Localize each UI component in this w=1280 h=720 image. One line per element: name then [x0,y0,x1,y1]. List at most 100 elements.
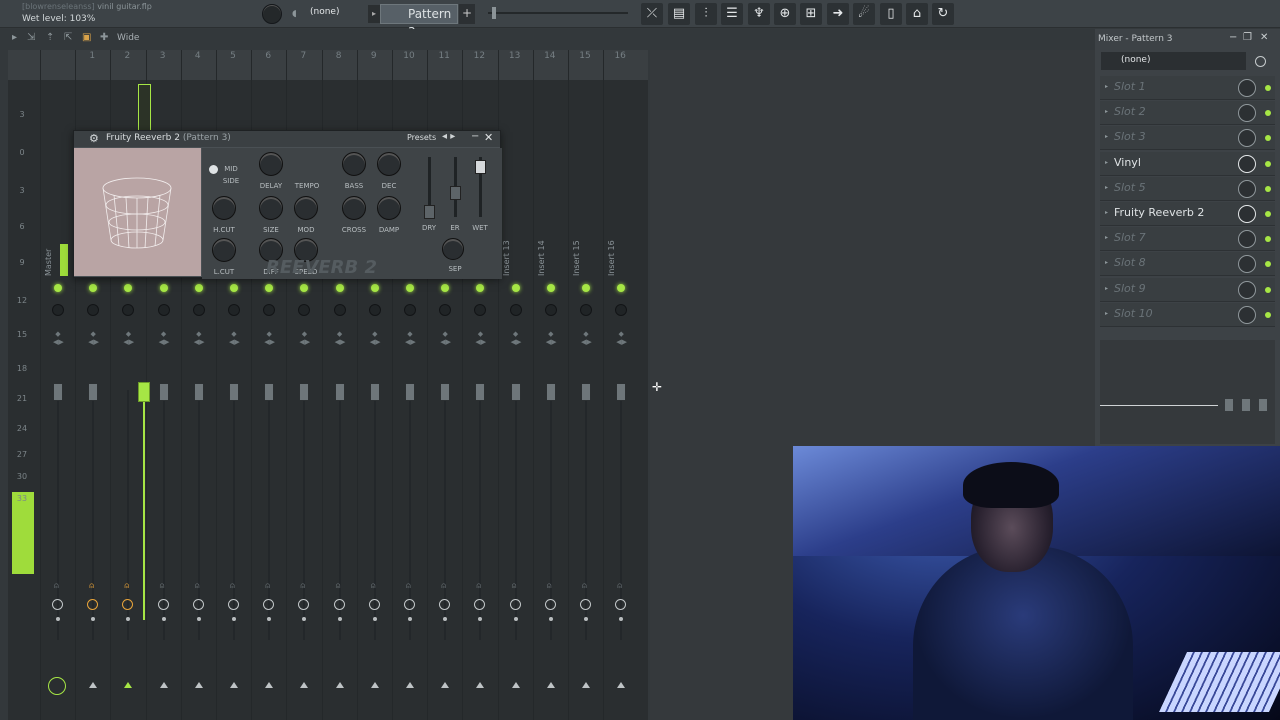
send-dot[interactable] [232,617,236,621]
plus-icon[interactable]: ✚ [100,32,108,43]
fx-slot-name[interactable]: Slot 5 [1114,181,1146,194]
track-enable-led[interactable] [159,284,168,292]
stereo-separation-icon[interactable]: ◆ ◀▶ [546,330,557,354]
bass-knob[interactable] [342,152,366,176]
mixer-icon[interactable]: ⫶ [695,3,717,25]
send-dot[interactable] [408,617,412,621]
mix-level-knob[interactable] [1238,230,1256,249]
track-enable-led[interactable] [370,284,379,292]
stereo-separation-icon[interactable]: ◆ ◀▶ [405,330,416,354]
send-dot[interactable] [584,617,588,621]
slot-enable-led[interactable] [1265,160,1271,167]
dec-knob[interactable] [377,152,401,176]
up-arrow-icon[interactable]: ⇡ [46,32,54,43]
track-enable-led[interactable] [406,284,414,292]
stereo-separation-icon[interactable]: ◆ ◀▶ [616,330,627,354]
send-dot[interactable] [161,617,166,621]
pattern-arrow-icon[interactable]: ▸ [368,5,380,23]
track-name[interactable]: Insert 15 [572,228,606,276]
route-arrow-icon[interactable] [335,682,344,688]
fx-slot-name[interactable]: Slot 1 [1114,80,1146,93]
close-icon[interactable]: ✕ [1260,32,1268,43]
expand-arrow-icon[interactable]: ▸ [1105,285,1108,292]
route-arrow-icon[interactable] [370,682,379,688]
expand-arrow-icon[interactable]: ▸ [1105,209,1108,216]
track-enable-led[interactable] [54,284,62,292]
view-mode[interactable]: Wide [117,33,139,43]
volume-fader[interactable] [405,383,415,401]
tempo-slider-handle[interactable] [492,7,496,19]
expand-arrow-icon[interactable]: ▸ [1105,234,1108,241]
dry-slider[interactable] [424,205,435,219]
volume-fader[interactable] [616,383,627,401]
input-select[interactable]: (none) [1101,52,1246,70]
send-clock-icon[interactable] [368,599,380,610]
route-arrow-icon[interactable] [159,682,168,688]
expand-arrow-icon[interactable]: ▸ [1105,159,1108,166]
fx-slot[interactable]: ▸ Slot 9 [1100,277,1275,302]
add-pattern-button[interactable]: + [459,4,475,24]
route-arrow-icon[interactable] [124,682,133,688]
stereo-separation-icon[interactable]: ◆ ◀▶ [335,330,346,354]
pan-knob[interactable] [404,304,416,316]
track-enable-led[interactable] [230,284,238,292]
lock-icon[interactable]: ⍝ [406,581,414,591]
close-icon[interactable]: ✕ [484,131,493,144]
route-arrow-icon[interactable] [546,682,555,688]
pan-knob[interactable] [368,304,381,316]
fx-slot[interactable]: ▸ Slot 3 [1100,126,1275,151]
lock-icon[interactable]: ⍝ [54,581,62,591]
browser-icon[interactable]: ⊞ [800,3,822,25]
mix-level-knob[interactable] [1238,280,1256,299]
volume-fader[interactable] [581,383,591,401]
stereo-separation-icon[interactable]: ◆ ◀▶ [159,330,170,354]
send-dot[interactable] [196,617,201,621]
recording-icon[interactable]: ☄ [853,3,875,25]
send-clock-icon[interactable] [404,599,415,610]
track-enable-led[interactable] [194,284,203,292]
fx-slot-name[interactable]: Slot 7 [1114,231,1146,244]
insert-fader[interactable] [1242,399,1250,411]
mix-level-knob[interactable] [1238,255,1256,274]
fx-slot[interactable]: ▸ Vinyl [1100,151,1275,176]
fx-slot[interactable]: ▸ Slot 8 [1100,252,1275,277]
magnet-icon[interactable]: ◖ [292,9,297,19]
er-slider[interactable] [450,186,461,200]
refresh-icon[interactable]: ↻ [932,3,954,25]
insert-fader[interactable] [1259,399,1267,411]
route-arrow-icon[interactable] [476,682,485,688]
lock-icon[interactable]: ⍝ [371,581,379,591]
track-enable-led[interactable] [582,284,590,292]
expand-arrow-icon[interactable]: ▸ [1105,108,1108,115]
track-enable-led[interactable] [546,284,555,292]
fx-slot-name[interactable]: Slot 10 [1114,307,1153,320]
lock-icon[interactable]: ⍝ [160,581,168,591]
send-clock-icon[interactable] [509,599,521,610]
volume-fader[interactable] [264,383,275,401]
lock-icon[interactable]: ⍝ [89,581,97,591]
fx-slot-name[interactable]: Vinyl [1114,156,1141,169]
mix-level-knob[interactable] [1238,154,1256,173]
send-clock-icon[interactable] [580,599,591,610]
slot-enable-led[interactable] [1265,286,1271,293]
pin-icon[interactable]: ⊕ [774,3,796,25]
pattern-selector[interactable]: Pattern 3 [380,4,458,39]
fx-slot-name[interactable]: Slot 3 [1114,130,1146,143]
pan-knob[interactable] [509,304,522,316]
route-arrow-icon[interactable] [617,682,626,688]
arrow-icon[interactable]: ➜ [827,3,849,25]
piano-roll-icon[interactable]: ▤ [668,3,690,25]
stereo-separation-icon[interactable]: ◆ ◀▶ [440,330,451,354]
pan-knob[interactable] [544,304,557,316]
lock-icon[interactable]: ⍝ [547,581,555,591]
mod-knob[interactable] [294,196,318,220]
stereo-separation-icon[interactable]: ◆ ◀▶ [229,330,240,354]
slot-enable-led[interactable] [1265,85,1271,91]
fx-slot-name[interactable]: Fruity Reeverb 2 [1114,206,1204,219]
send-dot[interactable] [513,617,518,621]
settings-arrow-icon[interactable]: ⇲ [27,32,35,43]
fx-slot[interactable]: ▸ Slot 1 [1100,76,1275,100]
lock-icon[interactable]: ⍝ [617,581,625,591]
send-clock-icon[interactable] [228,599,239,610]
volume-fader[interactable] [88,383,99,401]
